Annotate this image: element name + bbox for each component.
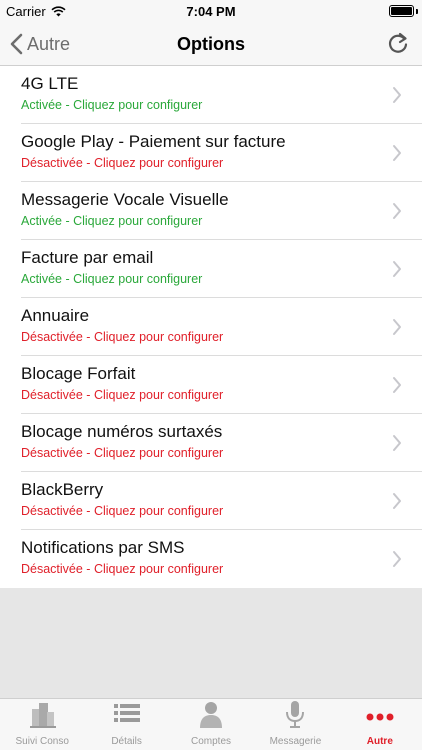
chevron-right-icon	[393, 435, 401, 451]
refresh-button[interactable]	[384, 30, 412, 58]
page-title: Options	[177, 34, 245, 54]
battery-icon	[389, 5, 414, 17]
tab-list[interactable]: Détails	[84, 699, 168, 750]
option-row[interactable]: Notifications par SMS Désactivée - Clique…	[0, 530, 422, 588]
chevron-right-icon	[393, 551, 401, 567]
tab-more-dots[interactable]: Autre	[338, 699, 422, 750]
option-row[interactable]: Blocage numéros surtaxés Désactivée - Cli…	[0, 414, 422, 472]
chevron-right-icon	[393, 493, 401, 509]
option-status: Activée - Cliquez pour configurer	[21, 98, 203, 112]
list-icon	[111, 699, 143, 736]
option-title: Blocage Forfait	[21, 364, 136, 383]
chevron-right-icon	[393, 203, 401, 219]
navigation-bar: Autre Options	[0, 22, 422, 66]
option-title: Messagerie Vocale Visuelle	[21, 190, 229, 209]
option-row[interactable]: BlackBerry Désactivée - Cliquez pour conf…	[0, 472, 422, 530]
options-list: 4G LTE Activée - Cliquez pour configurer G…	[0, 66, 422, 588]
option-row[interactable]: Messagerie Vocale Visuelle Activée - Cliq…	[0, 182, 422, 240]
microphone-icon	[279, 699, 311, 736]
chevron-right-icon	[393, 319, 401, 335]
option-status: Activée - Cliquez pour configurer	[21, 272, 203, 286]
option-title: Google Play - Paiement sur facture	[21, 132, 286, 151]
refresh-icon	[388, 32, 408, 53]
buildings-icon	[26, 699, 58, 736]
option-title: Annuaire	[21, 306, 90, 325]
more-dots-icon	[364, 699, 396, 736]
option-row[interactable]: Blocage Forfait Désactivée - Cliquez pour…	[0, 356, 422, 414]
option-status: Désactivée - Cliquez pour configurer	[21, 388, 224, 402]
status-time: 7:04 PM	[186, 4, 236, 19]
option-status: Activée - Cliquez pour configurer	[21, 214, 203, 228]
option-status: Désactivée - Cliquez pour configurer	[21, 156, 224, 170]
option-title: Blocage numéros surtaxés	[21, 422, 223, 441]
option-row[interactable]: Annuaire Désactivée - Cliquez pour config…	[0, 298, 422, 356]
option-row[interactable]: 4G LTE Activée - Cliquez pour configurer	[0, 66, 422, 124]
status-bar: Carrier 7:04 PM	[0, 0, 422, 22]
option-row[interactable]: Facture par email Activée - Cliquez pour …	[0, 240, 422, 298]
chevron-right-icon	[393, 145, 401, 161]
tab-microphone[interactable]: Messagerie	[253, 699, 337, 750]
tab-person[interactable]: Comptes	[169, 699, 253, 750]
chevron-right-icon	[393, 377, 401, 393]
chevron-right-icon	[393, 87, 401, 103]
option-title: BlackBerry	[21, 480, 104, 499]
option-title: Facture par email	[21, 248, 154, 267]
tab-buildings[interactable]: Suivi Conso	[0, 699, 84, 750]
person-icon	[195, 699, 227, 736]
option-status: Désactivée - Cliquez pour configurer	[21, 562, 224, 576]
option-status: Désactivée - Cliquez pour configurer	[21, 504, 224, 518]
tab-label: Messagerie	[269, 736, 322, 747]
option-row[interactable]: Google Play - Paiement sur facture Désact…	[0, 124, 422, 182]
tab-label: Suivi Conso	[15, 736, 69, 747]
option-title: 4G LTE	[21, 74, 79, 93]
tab-label: Autre	[366, 736, 393, 747]
option-title: Notifications par SMS	[21, 538, 185, 557]
option-status: Désactivée - Cliquez pour configurer	[21, 330, 224, 344]
option-status: Désactivée - Cliquez pour configurer	[21, 446, 224, 460]
battery-nub	[416, 9, 418, 14]
chevron-right-icon	[393, 261, 401, 277]
tab-label: Comptes	[191, 736, 232, 747]
tab-bar: Suivi Conso Détails Comptes Messagerie Autre	[0, 698, 422, 750]
tab-label: Détails	[111, 736, 142, 747]
